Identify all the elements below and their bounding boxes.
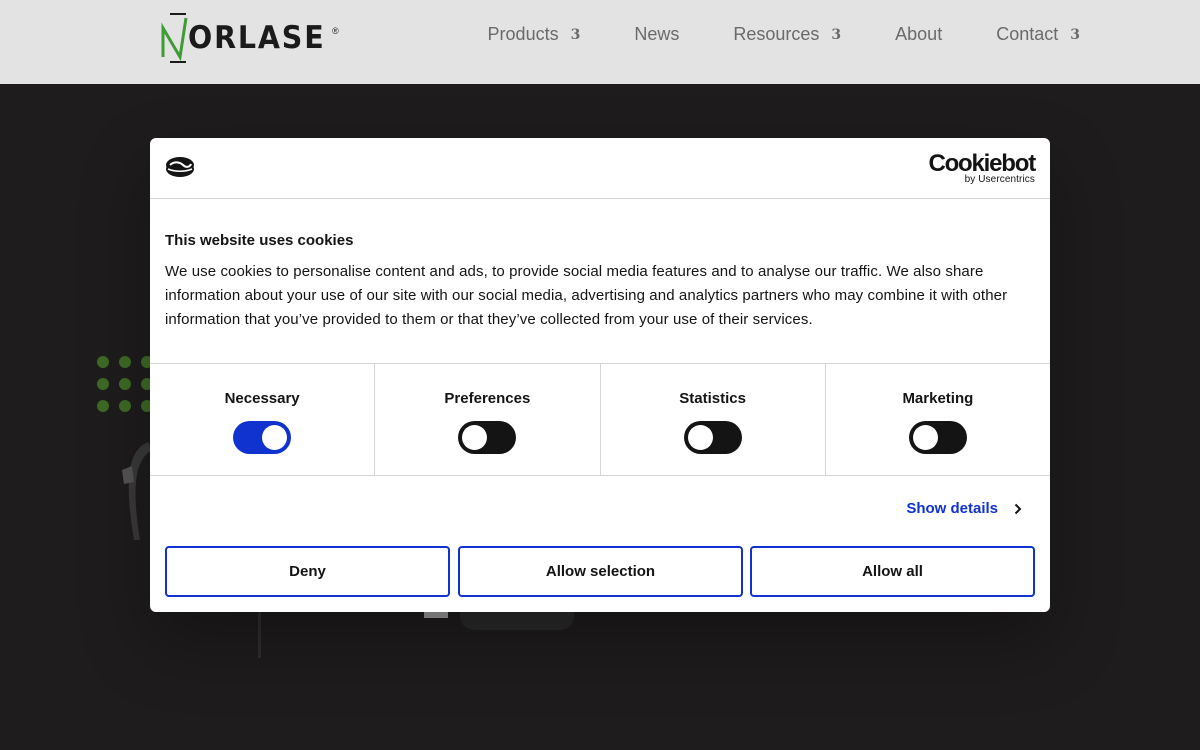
category-statistics: Statistics <box>599 364 825 475</box>
dropdown-caret-icon: 3 <box>570 26 581 43</box>
cable-image <box>258 608 272 658</box>
consent-buttons: Deny Allow selection Allow all <box>165 546 1035 597</box>
nav-label: Contact <box>996 24 1059 44</box>
cookie-consent-dialog: Cookiebot by Usercentrics This website u… <box>150 138 1050 612</box>
category-label: Statistics <box>679 390 746 407</box>
dropdown-caret-icon: 3 <box>831 26 842 43</box>
toggle-knob <box>462 425 488 450</box>
dropdown-caret-icon: 3 <box>1070 26 1080 43</box>
dialog-title: This website uses cookies <box>165 232 354 249</box>
preferences-toggle[interactable] <box>458 421 517 454</box>
necessary-toggle[interactable] <box>233 421 292 454</box>
nav-item-news[interactable]: News <box>634 24 679 45</box>
toggle-knob <box>687 425 713 450</box>
category-preferences: Preferences <box>374 364 599 475</box>
cookiebot-logo[interactable]: Cookiebot by Usercentrics <box>928 151 1036 185</box>
norlase-logo[interactable]: ORLASE ® <box>160 10 340 66</box>
show-details-label: Show details <box>906 500 998 517</box>
decorative-dot-grid <box>97 356 153 412</box>
dialog-header: Cookiebot by Usercentrics <box>150 138 1050 199</box>
category-label: Necessary <box>224 390 300 407</box>
nav-label: News <box>634 24 680 44</box>
category-marketing: Marketing <box>824 364 1050 475</box>
site-header: ORLASE ® Products 3 News Resources 3 Abo… <box>0 0 1200 84</box>
registered-mark: ® <box>332 26 339 36</box>
allow-all-button[interactable]: Allow all <box>750 546 1035 597</box>
show-details-link[interactable]: Show details <box>906 500 1022 517</box>
nav-item-resources[interactable]: Resources 3 <box>733 24 841 45</box>
nav-item-products[interactable]: Products 3 <box>488 24 581 45</box>
nav-label: About <box>895 24 943 44</box>
consent-categories: Necessary Preferences Statistics Marketi… <box>150 363 1050 476</box>
nav-label: Products <box>487 24 559 44</box>
logo-n-mark <box>161 13 188 63</box>
logo-wordmark: ORLASE <box>188 20 326 56</box>
chevron-right-icon <box>1014 503 1022 514</box>
nav-item-contact[interactable]: Contact 3 <box>996 24 1080 45</box>
allow-selection-button[interactable]: Allow selection <box>458 546 743 597</box>
toggle-knob <box>912 425 938 450</box>
nav-item-about[interactable]: About <box>895 24 942 45</box>
nav-label: Resources <box>733 24 820 44</box>
statistics-toggle[interactable] <box>683 421 742 454</box>
category-label: Marketing <box>902 390 974 407</box>
dialog-description: We use cookies to personalise content an… <box>165 263 1008 328</box>
category-label: Preferences <box>444 390 531 407</box>
toggle-knob <box>262 425 288 450</box>
category-necessary: Necessary <box>150 364 374 475</box>
cookie-icon <box>166 157 194 177</box>
main-nav: Products 3 News Resources 3 About Contac… <box>434 24 1080 45</box>
deny-button[interactable]: Deny <box>165 546 450 597</box>
marketing-toggle[interactable] <box>908 421 967 454</box>
